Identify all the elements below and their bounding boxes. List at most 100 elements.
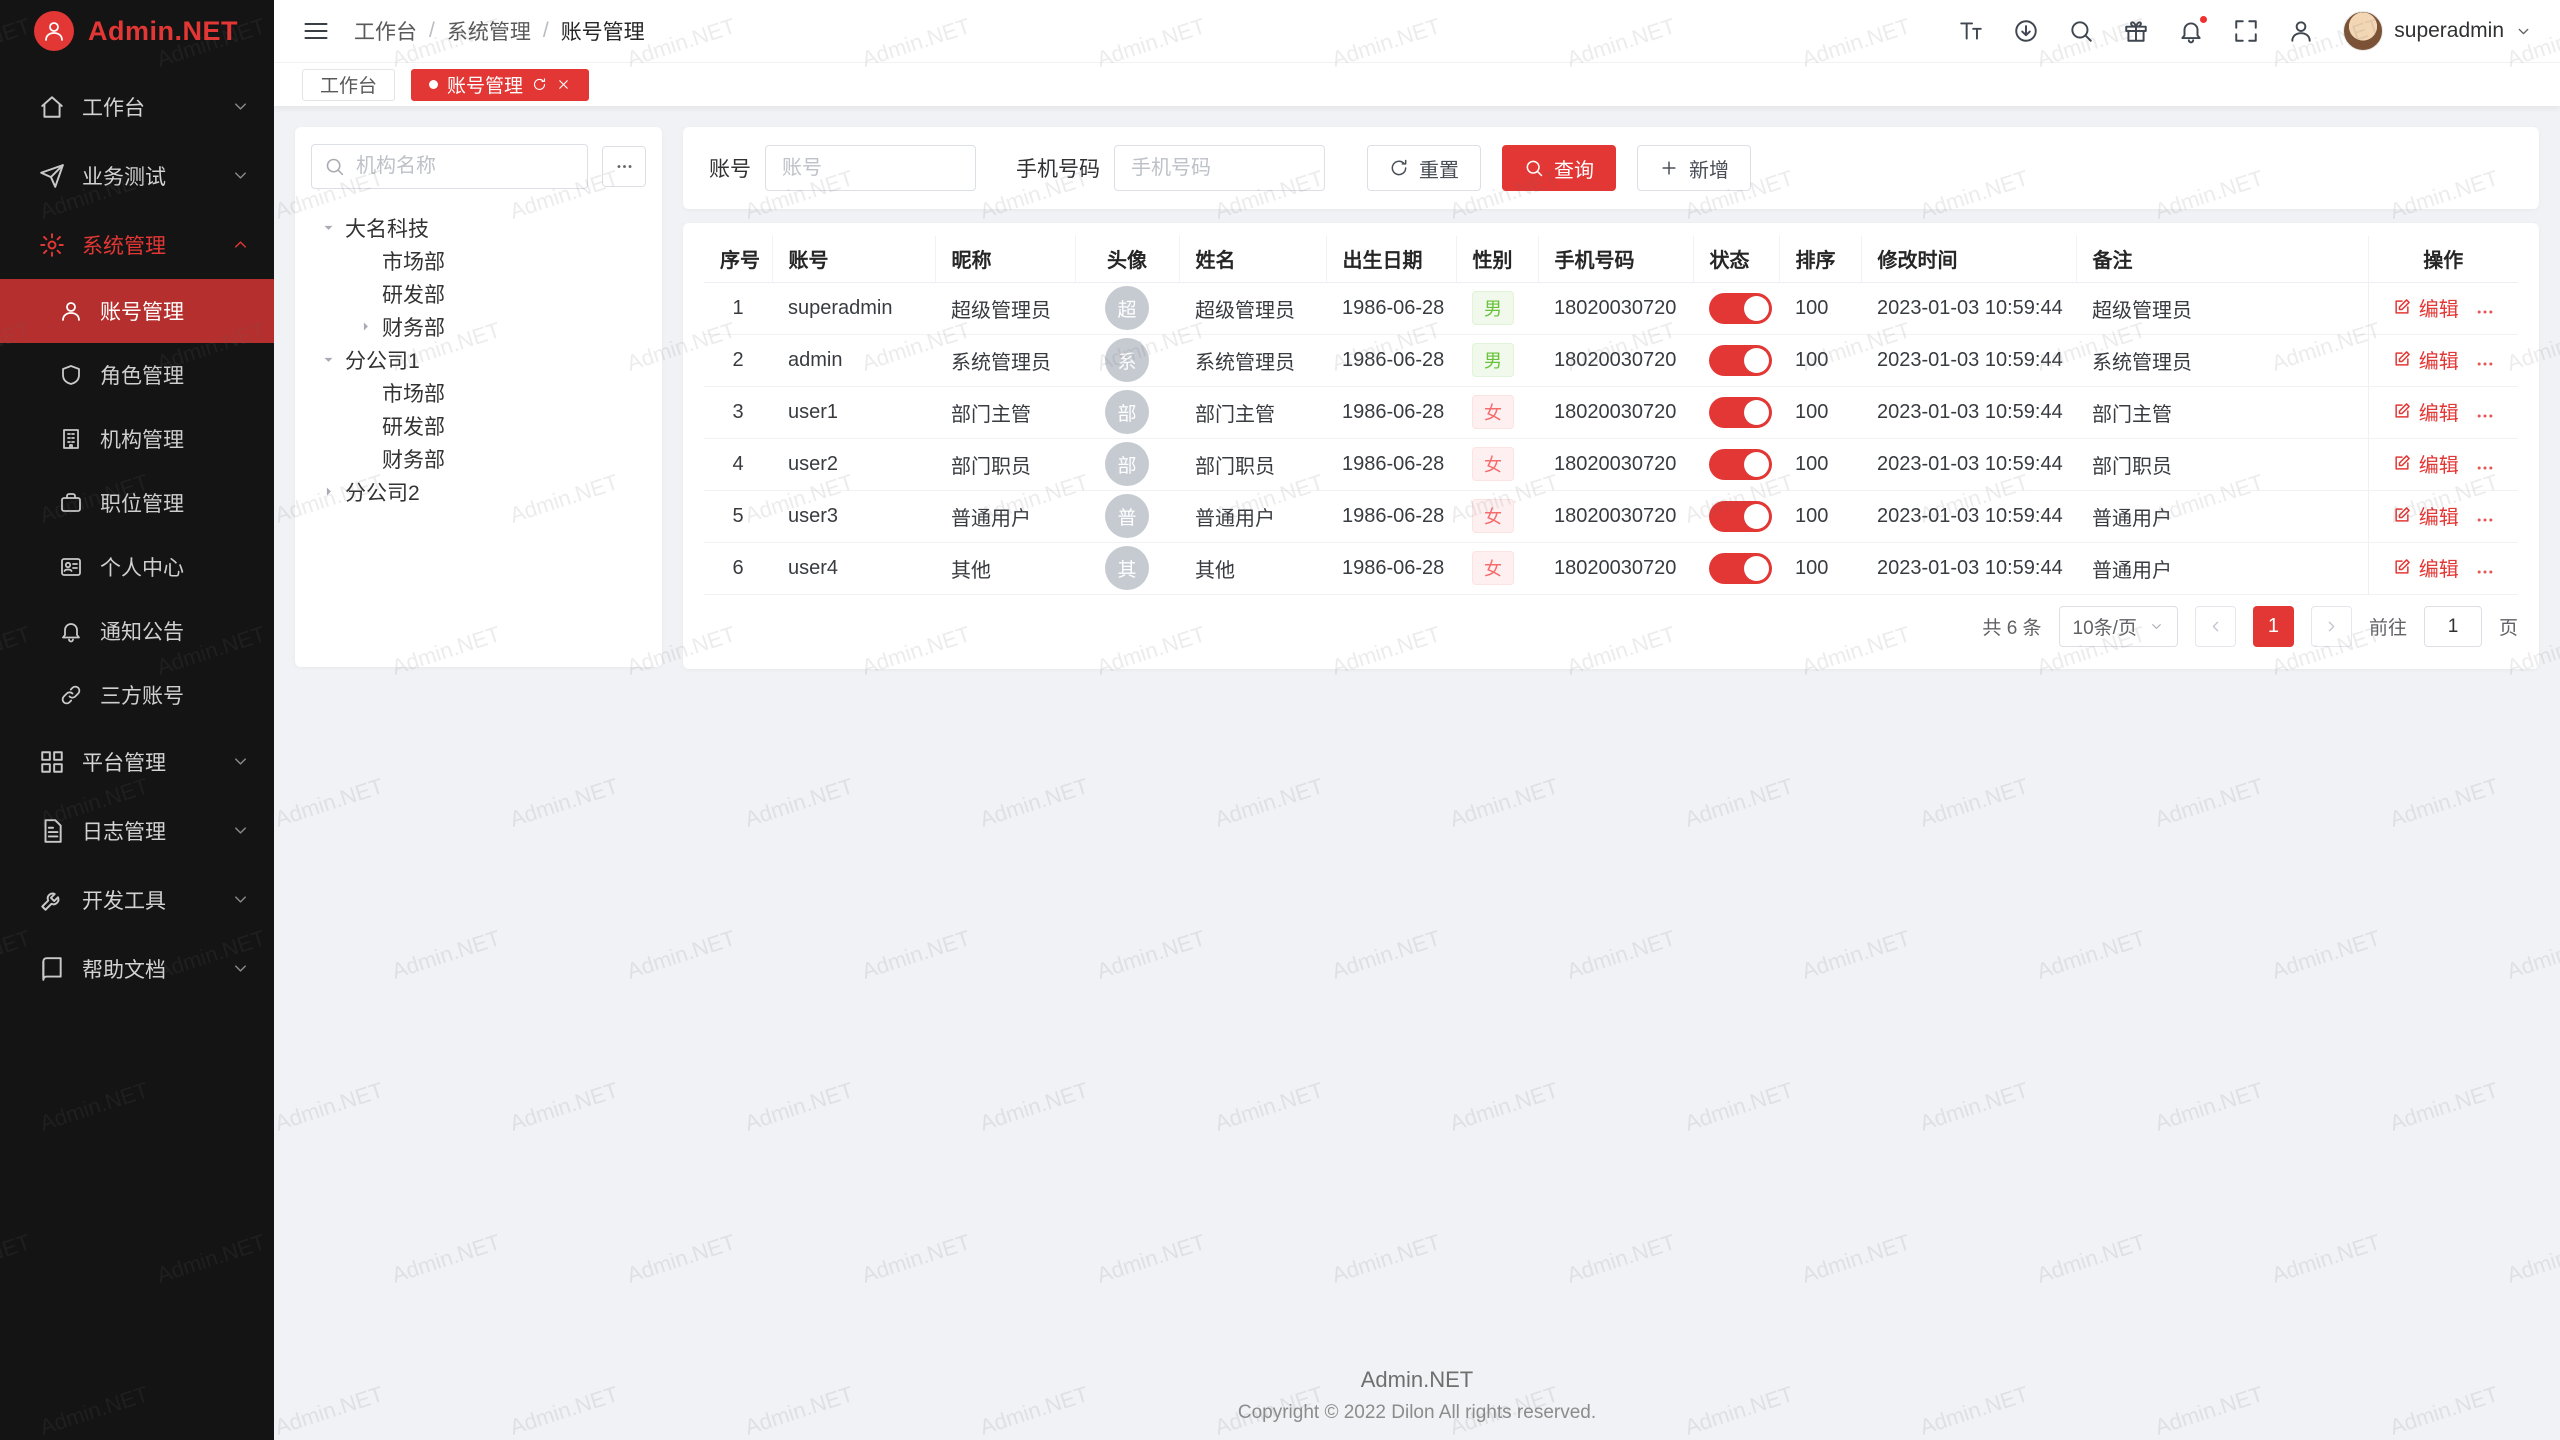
tab-close-icon[interactable] [556,77,571,92]
font-size-icon[interactable] [1958,18,1984,44]
tree-caret-icon[interactable] [356,317,375,336]
org-search-input[interactable] [311,144,588,189]
cell-status [1693,542,1779,594]
goto-page-input[interactable] [2424,606,2482,647]
sidebar-item-third-account[interactable]: 三方账号 [0,663,274,727]
tree-node[interactable]: 大名科技 [311,211,646,244]
cell-name: 普通用户 [1179,490,1326,542]
breadcrumb-item[interactable]: 工作台 [354,16,417,46]
edit-button[interactable]: 编辑 [2392,397,2459,426]
edit-button[interactable]: 编辑 [2392,293,2459,322]
sidebar-item-label: 个人中心 [100,552,250,582]
row-more-button[interactable] [2475,458,2495,478]
ellipsis-icon [2475,562,2495,582]
status-toggle[interactable] [1709,553,1772,584]
sidebar-item-platform-manage[interactable]: 平台管理 [0,727,274,796]
status-toggle[interactable] [1709,501,1772,532]
tree-caret-icon[interactable] [319,350,338,369]
account-filter-input[interactable] [765,145,976,191]
row-more-button[interactable] [2475,406,2495,426]
tree-node[interactable]: 研发部 [311,277,646,310]
tree-node-label: 研发部 [382,411,445,441]
user-outline-icon[interactable] [2288,18,2314,44]
sidebar-item-help-docs[interactable]: 帮助文档 [0,934,274,1003]
sidebar-item-notice[interactable]: 通知公告 [0,599,274,663]
arrow-circle-icon[interactable] [2013,18,2039,44]
cell-avatar: 部 [1075,438,1179,490]
book-icon [39,956,65,982]
hamburger-icon[interactable] [302,17,330,45]
notification-bell-icon[interactable] [2178,18,2204,44]
logo[interactable]: Admin.NET [0,0,274,62]
user-menu[interactable]: superadmin [2343,11,2532,51]
search-button[interactable]: 查询 [1502,145,1616,191]
fullscreen-icon[interactable] [2233,18,2259,44]
page-number-current[interactable]: 1 [2253,606,2294,647]
tree-node[interactable]: 财务部 [311,310,646,343]
row-more-button[interactable] [2475,562,2495,582]
logo-icon [34,11,74,51]
status-toggle[interactable] [1709,397,1772,428]
sidebar-item-label: 通知公告 [100,616,250,646]
phone-filter-input[interactable] [1114,145,1325,191]
tree-node[interactable]: 研发部 [311,409,646,442]
breadcrumb-item[interactable]: 系统管理 [447,16,531,46]
tree-node[interactable]: 分公司2 [311,475,646,508]
edit-button-label: 编辑 [2419,553,2459,582]
row-more-button[interactable] [2475,302,2495,322]
gender-tag: 女 [1472,499,1514,533]
status-toggle[interactable] [1709,293,1772,324]
tree-node[interactable]: 财务部 [311,442,646,475]
cell-birthdate: 1986-06-28 [1326,542,1456,594]
add-button-label: 新增 [1689,154,1729,183]
ellipsis-icon [2475,406,2495,426]
header-icon-group [1958,18,2314,44]
gift-icon[interactable] [2123,18,2149,44]
sidebar-item-business-test[interactable]: 业务测试 [0,141,274,210]
tree-node[interactable]: 市场部 [311,244,646,277]
tree-node[interactable]: 市场部 [311,376,646,409]
edit-icon [2392,453,2412,473]
page-size-select[interactable]: 10条/页 [2059,606,2178,647]
tab-refresh-icon[interactable] [532,77,547,92]
sidebar-item-account-manage[interactable]: 账号管理 [0,279,274,343]
sidebar-item-role-manage[interactable]: 角色管理 [0,343,274,407]
tree-node-label: 大名科技 [345,213,429,243]
cell-operations: 编辑 [2368,386,2518,438]
edit-button[interactable]: 编辑 [2392,345,2459,374]
tree-more-button[interactable] [602,146,646,187]
sidebar-item-profile-center[interactable]: 个人中心 [0,535,274,599]
edit-button[interactable]: 编辑 [2392,501,2459,530]
edit-button-label: 编辑 [2419,293,2459,322]
sidebar-item-dev-tools[interactable]: 开发工具 [0,865,274,934]
sidebar-item-system-manage[interactable]: 系统管理 [0,210,274,279]
edit-button[interactable]: 编辑 [2392,553,2459,582]
edit-button[interactable]: 编辑 [2392,449,2459,478]
tree-node-label: 研发部 [382,279,445,309]
search-icon[interactable] [2068,18,2094,44]
cell-modified-time: 2023-01-03 10:59:44 [1861,438,2076,490]
sidebar-item-org-manage[interactable]: 机构管理 [0,407,274,471]
row-more-button[interactable] [2475,510,2495,530]
sidebar-item-log-manage[interactable]: 日志管理 [0,796,274,865]
tree-caret-icon[interactable] [319,482,338,501]
add-button[interactable]: 新增 [1637,145,1751,191]
sidebar-item-position-manage[interactable]: 职位管理 [0,471,274,535]
prev-page-button[interactable] [2195,606,2236,647]
breadcrumb-item[interactable]: 账号管理 [561,16,645,46]
logo-user-icon [42,19,66,43]
tab-account-manage[interactable]: 账号管理 [411,69,589,101]
tab-workbench[interactable]: 工作台 [302,69,395,101]
row-more-button[interactable] [2475,354,2495,374]
status-toggle[interactable] [1709,449,1772,480]
tree-node[interactable]: 分公司1 [311,343,646,376]
sidebar-item-workbench[interactable]: 工作台 [0,72,274,141]
next-page-button[interactable] [2311,606,2352,647]
column-header: 账号 [772,236,935,282]
table-row: 1superadmin超级管理员超超级管理员1986-06-28男1802003… [704,282,2518,334]
top-header: 工作台/系统管理/账号管理 superadmin [274,0,2560,62]
chevron-up-icon [231,235,250,254]
tree-caret-icon[interactable] [319,218,338,237]
status-toggle[interactable] [1709,345,1772,376]
reset-button[interactable]: 重置 [1367,145,1481,191]
